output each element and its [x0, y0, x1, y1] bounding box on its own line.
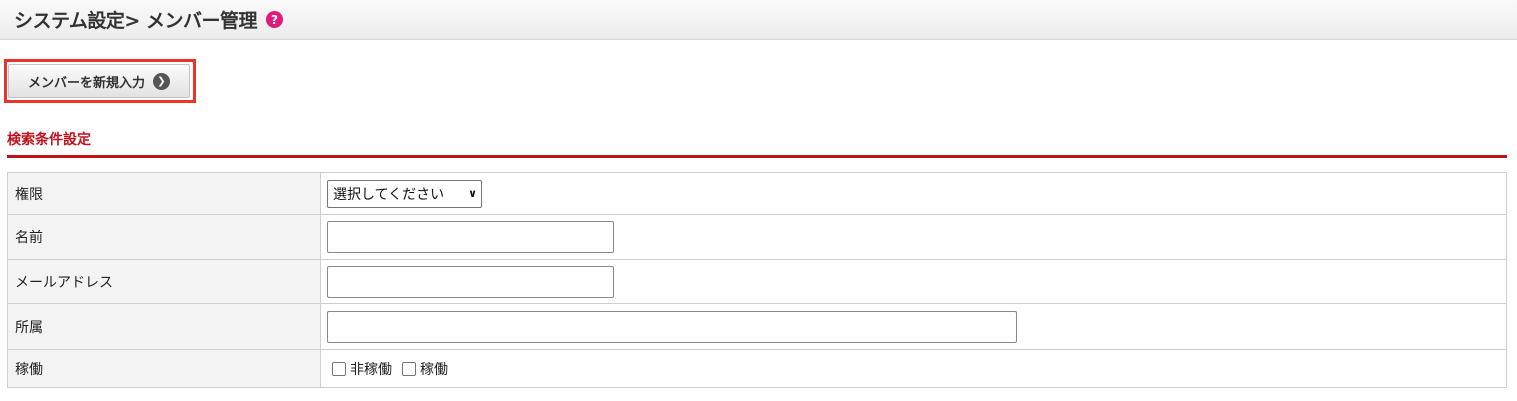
chevron-down-icon: ∨ — [468, 187, 477, 200]
role-select[interactable]: 選択してください ∨ — [327, 179, 482, 208]
section-divider — [7, 155, 1507, 158]
arrow-right-circle-icon: ❯ — [153, 72, 170, 90]
role-select-value: 選択してください — [333, 186, 445, 203]
active-checkbox[interactable]: 稼働 — [402, 359, 448, 379]
name-label: 名前 — [7, 214, 321, 260]
table-row-email: メールアドレス — [7, 259, 1507, 304]
page-header: システム設定> メンバー管理 ? — [0, 0, 1517, 40]
name-input[interactable] — [327, 221, 614, 253]
new-member-button[interactable]: メンバーを新規入力 ❯ — [8, 64, 190, 98]
checkbox-box[interactable] — [332, 361, 346, 376]
role-label: 権限 — [7, 172, 321, 215]
table-row-role: 権限 選択してください ∨ — [7, 172, 1507, 215]
email-input[interactable] — [327, 265, 614, 298]
status-label: 稼働 — [7, 349, 321, 388]
inactive-checkbox[interactable]: 非稼働 — [332, 359, 392, 379]
status-checkbox-group: 非稼働 稼働 — [327, 359, 1506, 379]
search-conditions-table: 権限 選択してください ∨ 名前 メールアドレス 所属 稼働 非稼働 稼働 — [7, 172, 1507, 388]
table-row-status: 稼働 非稼働 稼働 — [7, 349, 1507, 388]
active-checkbox-label: 稼働 — [420, 361, 448, 378]
table-row-name: 名前 — [7, 214, 1507, 260]
table-row-dept: 所属 — [7, 303, 1507, 350]
new-member-button-label: メンバーを新規入力 — [27, 75, 145, 91]
help-icon[interactable]: ? — [265, 11, 283, 28]
page-title: システム設定> メンバー管理 — [14, 10, 257, 32]
checkbox-box[interactable] — [402, 361, 416, 376]
email-label: メールアドレス — [7, 259, 321, 304]
inactive-checkbox-label: 非稼働 — [350, 361, 392, 378]
dept-input[interactable] — [327, 310, 1017, 343]
dept-label: 所属 — [7, 303, 321, 350]
search-section-title: 検索条件設定 — [7, 132, 91, 148]
